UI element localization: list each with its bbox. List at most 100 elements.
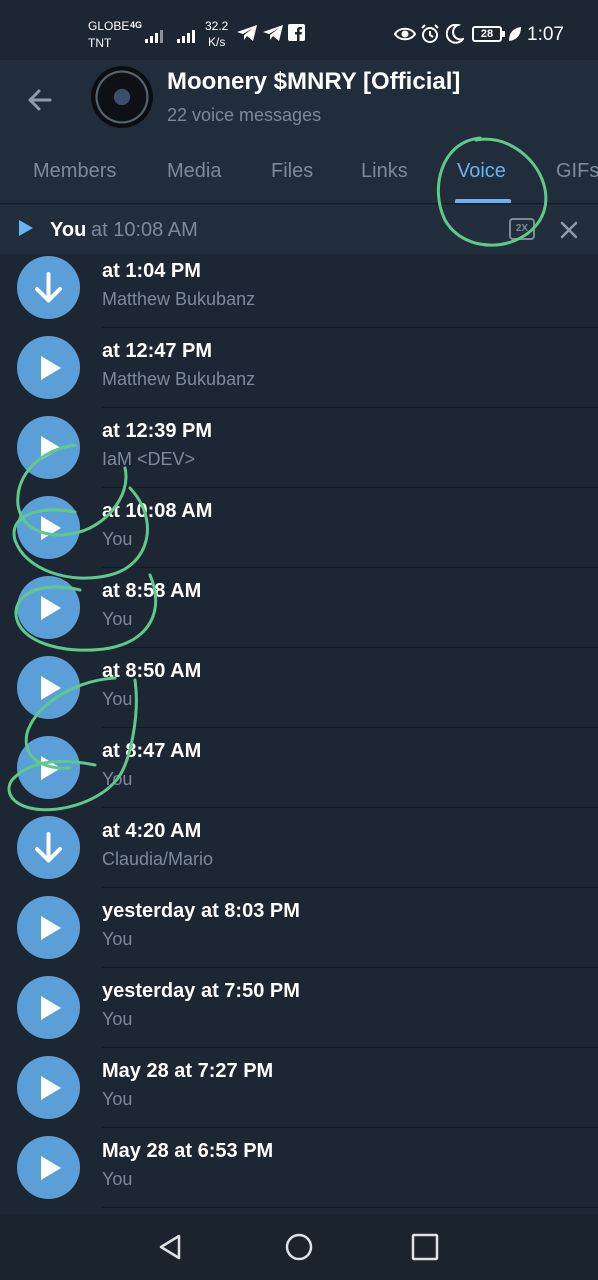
- play-button[interactable]: [17, 336, 80, 399]
- play-button[interactable]: [17, 736, 80, 799]
- play-icon: [41, 1156, 61, 1180]
- voice-message-list: at 1:04 PM Matthew Bukubanz at 12:47 PM Mat…: [0, 254, 598, 1215]
- moon-icon: [446, 24, 464, 44]
- voice-message-row[interactable]: at 8:47 AM You: [0, 734, 598, 814]
- voice-message-row[interactable]: yesterday at 7:50 PM You: [0, 974, 598, 1054]
- message-time: at 10:08 AM: [102, 500, 213, 522]
- voice-message-row[interactable]: at 4:20 AM Claudia/Mario: [0, 814, 598, 894]
- row-divider: [102, 1127, 598, 1128]
- play-button[interactable]: [17, 576, 80, 639]
- message-time: at 1:04 PM: [102, 260, 201, 282]
- alarm-icon: [421, 24, 439, 43]
- message-time: yesterday at 8:03 PM: [102, 900, 300, 922]
- message-sender: You: [102, 769, 133, 789]
- close-icon[interactable]: [556, 217, 582, 243]
- message-time: at 12:47 PM: [102, 340, 213, 362]
- message-sender: You: [102, 1089, 133, 1109]
- speed-value: 32.2: [205, 19, 229, 33]
- play-icon: [41, 436, 61, 460]
- download-icon: [35, 272, 62, 303]
- voice-message-row[interactable]: May 28 at 7:27 PM You: [0, 1054, 598, 1134]
- carrier-line2: TNT: [88, 36, 112, 50]
- download-button[interactable]: [17, 816, 80, 879]
- player-time: at 10:08 AM: [91, 219, 198, 241]
- voice-message-row[interactable]: at 1:04 PM Matthew Bukubanz: [0, 254, 598, 334]
- voice-message-row[interactable]: yesterday at 8:03 PM You: [0, 894, 598, 974]
- now-playing-bar[interactable]: You at 10:08 AM 2X: [0, 205, 598, 254]
- tab-links[interactable]: Links: [361, 160, 408, 183]
- row-divider: [102, 327, 598, 328]
- play-button[interactable]: [17, 656, 80, 719]
- message-sender: You: [102, 689, 133, 709]
- play-icon: [41, 676, 61, 700]
- voice-message-row[interactable]: at 12:39 PM IaM <DEV>: [0, 414, 598, 494]
- voice-message-row[interactable]: at 8:58 AM You: [0, 574, 598, 654]
- row-divider: [102, 407, 598, 408]
- play-icon: [41, 516, 61, 540]
- play-icon: [41, 356, 61, 380]
- status-clock: 1:07: [527, 24, 564, 45]
- message-time: at 12:39 PM: [102, 420, 213, 442]
- voice-message-row[interactable]: at 8:50 AM You: [0, 654, 598, 734]
- telegram-icon-2: [263, 25, 283, 41]
- tab-gifs[interactable]: GIFs: [556, 160, 598, 183]
- chat-header: Moonery $MNRY [Official] 22 voice messag…: [0, 60, 598, 140]
- download-button[interactable]: [17, 256, 80, 319]
- message-sender: Matthew Bukubanz: [102, 289, 256, 309]
- message-sender: Claudia/Mario: [102, 849, 214, 869]
- message-sender: You: [102, 929, 133, 949]
- message-time: yesterday at 7:50 PM: [102, 980, 300, 1002]
- nav-back-icon[interactable]: [156, 1232, 186, 1262]
- battery-icon: 28: [472, 26, 505, 42]
- message-sender: IaM <DEV>: [102, 449, 196, 469]
- facebook-icon: [288, 24, 305, 41]
- tab-voice[interactable]: Voice: [457, 160, 506, 183]
- message-sender: You: [102, 1169, 133, 1189]
- play-icon: [41, 596, 61, 620]
- play-button[interactable]: [17, 896, 80, 959]
- tab-files[interactable]: Files: [271, 160, 313, 183]
- chat-subtitle: 22 voice messages: [167, 105, 322, 125]
- message-sender: You: [102, 1009, 133, 1029]
- tab-members[interactable]: Members: [33, 160, 116, 183]
- message-time: at 4:20 AM: [102, 820, 202, 842]
- row-divider: [102, 807, 598, 808]
- play-icon: [41, 1076, 61, 1100]
- active-tab-indicator: [455, 199, 511, 203]
- row-divider: [102, 1207, 598, 1208]
- carrier-name: GLOBE TNT: [88, 18, 129, 52]
- row-divider: [102, 487, 598, 488]
- network-speed: 32.2 K/s: [205, 18, 228, 50]
- play-icon: [41, 756, 61, 780]
- play-button[interactable]: [17, 976, 80, 1039]
- system-nav-bar: [0, 1215, 598, 1280]
- voice-message-row[interactable]: at 12:47 PM Matthew Bukubanz: [0, 334, 598, 414]
- status-bar: GLOBE TNT 4G 32.2 K/s 28 1:07: [0, 0, 598, 60]
- chat-title[interactable]: Moonery $MNRY [Official]: [167, 68, 460, 96]
- voice-message-row[interactable]: at 10:08 AM You: [0, 494, 598, 574]
- tab-media[interactable]: Media: [167, 160, 221, 183]
- back-arrow-icon[interactable]: [20, 80, 60, 120]
- voice-message-row[interactable]: May 28 at 6:53 PM You: [0, 1134, 598, 1214]
- nav-recents-icon[interactable]: [411, 1233, 439, 1261]
- play-icon: [41, 996, 61, 1020]
- row-divider: [102, 887, 598, 888]
- player-sender: You: [50, 219, 87, 241]
- row-divider: [102, 727, 598, 728]
- carrier-line1: GLOBE: [88, 19, 130, 33]
- message-time: at 8:50 AM: [102, 660, 202, 682]
- download-icon: [35, 832, 62, 863]
- play-button[interactable]: [17, 1056, 80, 1119]
- nav-home-icon[interactable]: [284, 1232, 314, 1262]
- telegram-icon: [237, 25, 257, 41]
- message-sender: You: [102, 529, 133, 549]
- play-icon: [41, 916, 61, 940]
- play-button[interactable]: [17, 416, 80, 479]
- group-avatar[interactable]: [91, 66, 153, 128]
- play-button[interactable]: [17, 496, 80, 559]
- media-tabs: Members Media Files Links Voice GIFs: [0, 140, 598, 204]
- playback-speed-button[interactable]: 2X: [509, 218, 535, 240]
- play-icon[interactable]: [19, 220, 33, 236]
- play-button[interactable]: [17, 1136, 80, 1199]
- message-time: May 28 at 6:53 PM: [102, 1140, 274, 1162]
